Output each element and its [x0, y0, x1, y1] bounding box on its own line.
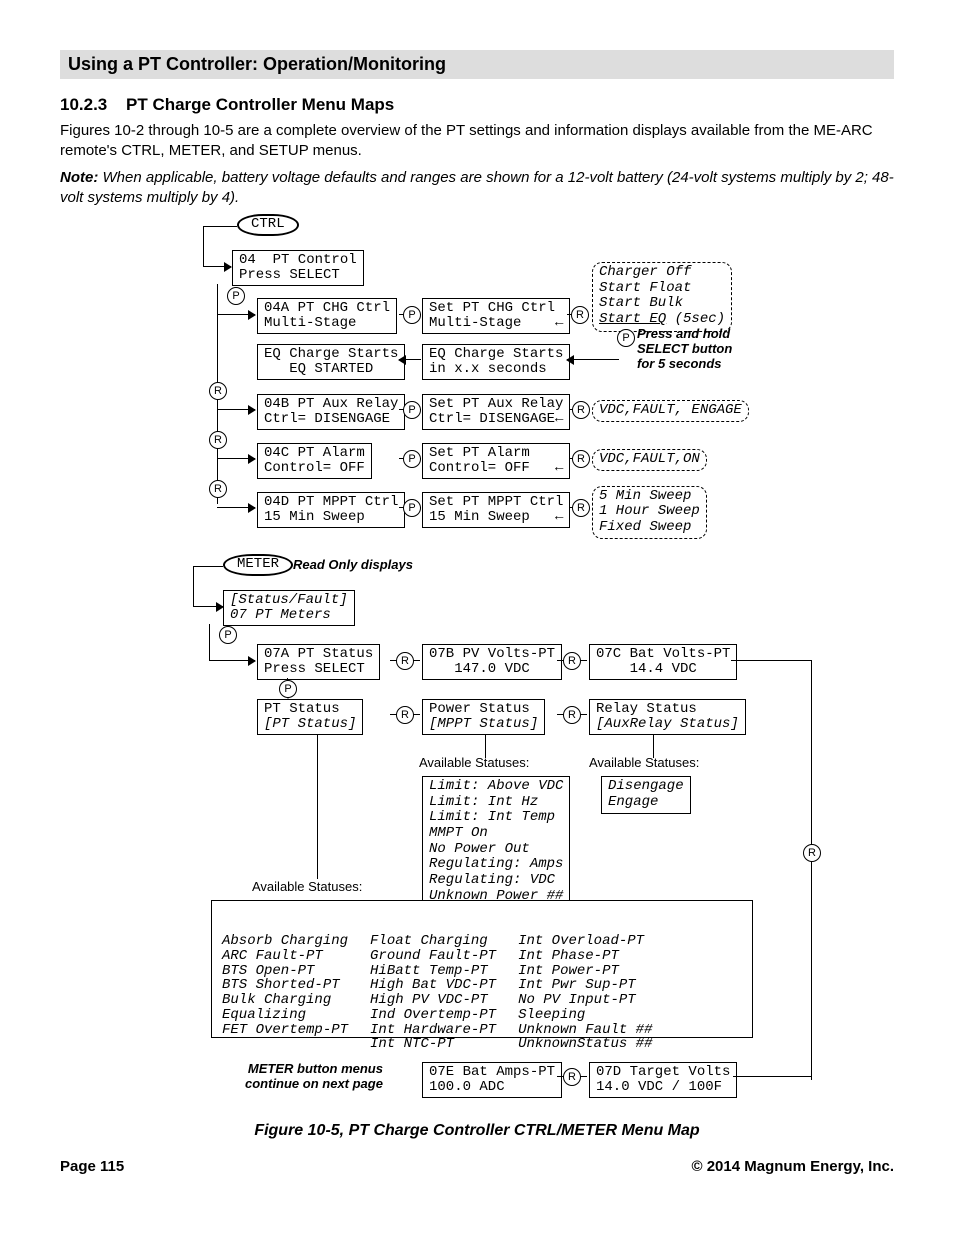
- rotary-badge: R: [396, 706, 414, 724]
- page-number: Page 115: [60, 1158, 124, 1175]
- box-pt-status: PT Status [PT Status]: [257, 699, 363, 735]
- section-title: PT Charge Controller Menu Maps: [126, 95, 394, 114]
- box-07b: 07B PV Volts-PT 147.0 VDC: [422, 644, 562, 680]
- power-statuses-box: Limit: Above VDC Limit: Int Hz Limit: In…: [422, 776, 570, 908]
- meter-oval: METER: [223, 554, 293, 576]
- connector: [567, 359, 619, 360]
- press-badge: P: [403, 401, 421, 419]
- connector: [399, 359, 421, 360]
- menu-map-diagram: CTRL 04 PT Control Press SELECT P R R R …: [97, 214, 857, 1104]
- box-set-chg: Set PT CHG Ctrl Multi-Stage ←: [422, 298, 570, 334]
- connector: [731, 660, 811, 661]
- connector: [203, 226, 204, 266]
- press-badge: P: [279, 680, 297, 698]
- press-badge: P: [227, 287, 245, 305]
- pt-status-col2: Float Charging Ground Fault-PT HiBatt Te…: [370, 934, 496, 1052]
- box-set-mppt: Set PT MPPT Ctrl 15 Min Sweep ←: [422, 492, 570, 528]
- intro-paragraph: Figures 10-2 through 10-5 are a complete…: [60, 121, 894, 162]
- connector: [209, 660, 255, 661]
- page-footer: Page 115 © 2014 Magnum Energy, Inc.: [60, 1158, 894, 1175]
- figure-caption: Figure 10-5, PT Charge Controller CTRL/M…: [60, 1122, 894, 1140]
- rotary-badge: R: [209, 480, 227, 498]
- connector: [203, 226, 237, 227]
- connector: [811, 660, 812, 1080]
- rotary-badge: R: [563, 652, 581, 670]
- rotary-badge: R: [572, 401, 590, 419]
- connector: [733, 1076, 811, 1077]
- ctrl-root-box: 04 PT Control Press SELECT: [232, 250, 364, 286]
- press-badge: P: [403, 450, 421, 468]
- meter-root-box: [Status/Fault] 07 PT Meters: [223, 590, 355, 626]
- box-07a: 07A PT Status Press SELECT: [257, 644, 380, 680]
- mppt-options: 5 Min Sweep 1 Hour Sweep Fixed Sweep: [592, 486, 707, 539]
- press-badge: P: [617, 329, 635, 347]
- rotary-badge: R: [572, 450, 590, 468]
- rotary-badge: R: [572, 499, 590, 517]
- rotary-badge: R: [396, 652, 414, 670]
- box-04a: 04A PT CHG Ctrl Multi-Stage: [257, 298, 397, 334]
- rotary-badge: R: [209, 382, 227, 400]
- box-07d: 07D Target Volts 14.0 VDC / 100F: [589, 1062, 737, 1098]
- connector: [217, 458, 255, 459]
- press-badge: P: [219, 626, 237, 644]
- page-title: Using a PT Controller: Operation/Monitor…: [68, 54, 446, 74]
- section-heading: 10.2.3 PT Charge Controller Menu Maps: [60, 95, 894, 115]
- rotary-badge: R: [563, 706, 581, 724]
- avail-hdr-relay: Available Statuses:: [589, 756, 699, 770]
- box-07c: 07C Bat Volts-PT 14.4 VDC: [589, 644, 737, 680]
- box-eq-started: EQ Charge Starts EQ STARTED: [257, 344, 405, 380]
- pt-status-col1: Absorb Charging ARC Fault-PT BTS Open-PT…: [222, 934, 348, 1052]
- rotary-badge: R: [803, 844, 821, 862]
- connector: [193, 566, 223, 567]
- rotary-badge: R: [209, 431, 227, 449]
- meter-continue-label: METER button menus continue on next page: [245, 1062, 383, 1092]
- rotary-badge: R: [563, 1068, 581, 1086]
- note-paragraph: Note: When applicable, battery voltage d…: [60, 168, 894, 209]
- note-label: Note:: [60, 169, 98, 186]
- avail-hdr-pt: Available Statuses:: [252, 880, 362, 894]
- box-eq-seconds: EQ Charge Starts in x.x seconds: [422, 344, 570, 380]
- box-set-aux: Set PT Aux Relay Ctrl= DISENGAGE←: [422, 394, 570, 430]
- box-relay-status: Relay Status [AuxRelay Status]: [589, 699, 746, 735]
- box-power-status: Power Status [MPPT Status]: [422, 699, 545, 735]
- box-04d: 04D PT MPPT Ctrl 15 Min Sweep: [257, 492, 405, 528]
- relay-statuses-box: Disengage Engage: [601, 776, 691, 814]
- box-04c: 04C PT Alarm Control= OFF: [257, 443, 372, 479]
- connector: [217, 314, 255, 315]
- connector: [203, 266, 231, 267]
- copyright: © 2014 Magnum Energy, Inc.: [692, 1158, 895, 1175]
- press-badge: P: [403, 499, 421, 517]
- connector: [209, 624, 210, 660]
- alarm-options: VDC,FAULT,ON: [592, 449, 707, 471]
- rotary-badge: R: [571, 306, 589, 324]
- box-set-alarm: Set PT Alarm Control= OFF ←: [422, 443, 570, 479]
- ctrl-oval: CTRL: [237, 214, 299, 236]
- read-only-label: Read Only displays: [293, 558, 413, 572]
- note-body: When applicable, battery voltage default…: [60, 169, 894, 206]
- pt-status-col3: Int Overload-PT Int Phase-PT Int Power-P…: [518, 934, 652, 1052]
- connector: [217, 507, 255, 508]
- connector: [193, 606, 223, 607]
- avail-hdr-power: Available Statuses:: [419, 756, 529, 770]
- press-badge: P: [403, 306, 421, 324]
- aux-options: VDC,FAULT, ENGAGE: [592, 400, 749, 422]
- box-07e: 07E Bat Amps-PT 100.0 ADC: [422, 1062, 562, 1098]
- press-hold-note: Press and hold SELECT button for 5 secon…: [637, 327, 732, 372]
- page-title-bar: Using a PT Controller: Operation/Monitor…: [60, 50, 894, 79]
- chg-options: Charger Off Start Float Start Bulk Start…: [592, 262, 732, 332]
- pt-statuses-box: Absorb Charging ARC Fault-PT BTS Open-PT…: [211, 900, 753, 1038]
- section-number: 10.2.3: [60, 95, 107, 115]
- connector: [217, 409, 255, 410]
- connector: [193, 566, 194, 606]
- connector: [317, 734, 318, 879]
- box-04b: 04B PT Aux Relay Ctrl= DISENGAGE: [257, 394, 405, 430]
